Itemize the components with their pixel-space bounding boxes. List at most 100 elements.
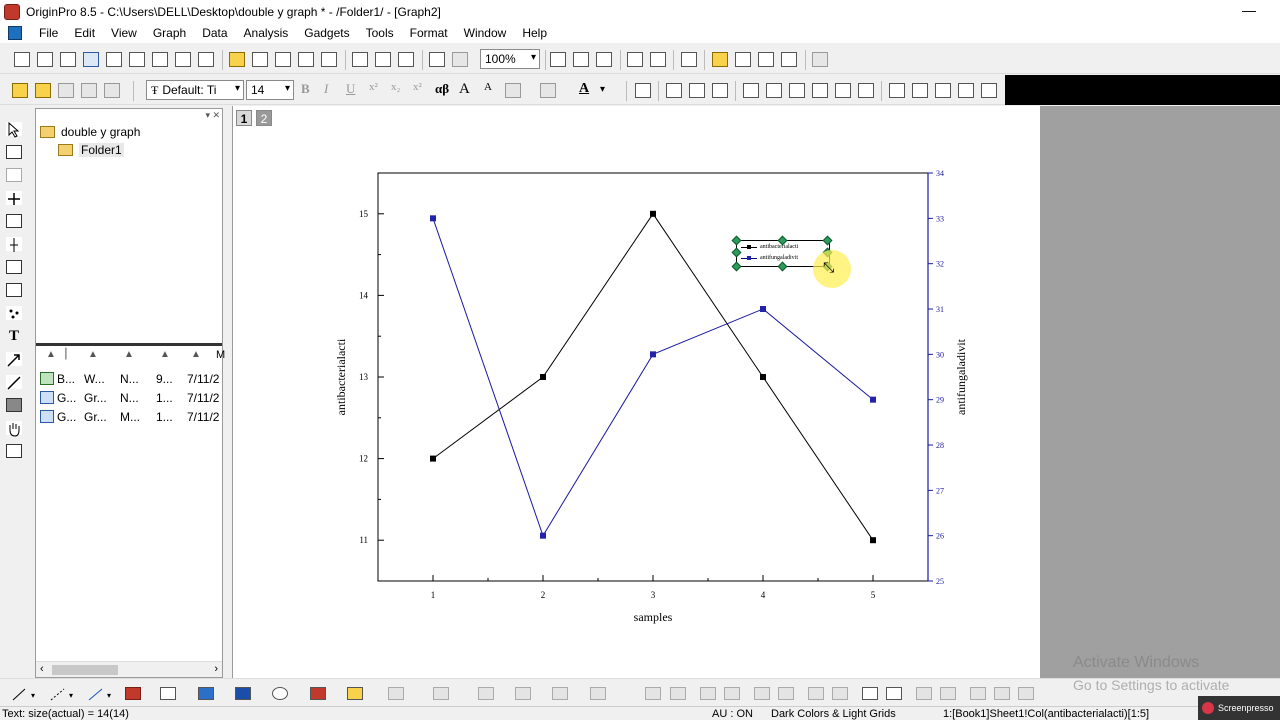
text-tool-icon[interactable]: T	[6, 329, 22, 344]
zoom-combo[interactable]: 100% ▾	[480, 49, 540, 69]
polar-plot-icon[interactable]	[272, 687, 288, 700]
align-left-icon[interactable]	[645, 687, 661, 700]
zoom-out-icon[interactable]	[6, 168, 22, 182]
group-icon[interactable]	[916, 687, 932, 700]
add-toolbar-icon[interactable]	[812, 52, 828, 67]
menu-graph[interactable]: Graph	[145, 26, 194, 40]
clock-icon[interactable]	[958, 83, 974, 98]
minimize-button[interactable]: —	[1242, 2, 1256, 18]
list-item[interactable]: G... Gr... M... 1... 7/11/2	[36, 408, 222, 426]
align-vcenter-icon[interactable]	[754, 687, 770, 700]
menu-gadgets[interactable]: Gadgets	[296, 26, 357, 40]
3d-bars-icon[interactable]	[433, 687, 449, 700]
superscript-button[interactable]: x²	[369, 81, 378, 93]
project-explorer-icon[interactable]	[681, 52, 697, 67]
tree-folder[interactable]: Folder1	[58, 143, 124, 157]
print-icon[interactable]	[550, 52, 566, 67]
disabled-tool3-icon[interactable]	[104, 83, 120, 98]
stock-plot-icon[interactable]	[310, 687, 326, 700]
menu-view[interactable]: View	[103, 26, 145, 40]
scroll-left-icon[interactable]: ‹	[40, 663, 44, 675]
region-tool-icon[interactable]	[6, 260, 22, 274]
draw-data-icon[interactable]	[6, 306, 22, 320]
arrow-tool-icon[interactable]	[6, 352, 22, 367]
add-bottom-x-left-y-icon[interactable]	[743, 83, 759, 98]
pointer-icon[interactable]	[6, 121, 22, 138]
align-bottom-icon[interactable]	[724, 687, 740, 700]
command-window-icon[interactable]	[758, 52, 774, 67]
screen-reader-icon[interactable]	[6, 191, 22, 205]
zoom-in-icon[interactable]	[6, 145, 22, 159]
line-tool-icon[interactable]	[6, 375, 22, 390]
column-plot-icon[interactable]	[125, 687, 141, 700]
script-window-icon[interactable]	[735, 52, 751, 67]
line-style-icon[interactable]	[540, 83, 556, 98]
import-wizard-icon[interactable]	[398, 52, 414, 67]
document-menu-icon[interactable]	[8, 26, 22, 40]
panel-icon[interactable]	[889, 83, 905, 98]
copy-page-icon[interactable]	[573, 52, 589, 67]
bold-button[interactable]: B	[301, 81, 310, 97]
new-layout-icon[interactable]	[152, 52, 168, 67]
bring-front-icon[interactable]	[862, 687, 878, 700]
mask-tool-icon[interactable]	[6, 283, 22, 297]
export-icon[interactable]	[596, 52, 612, 67]
underline-button[interactable]: U	[346, 81, 355, 97]
same-height-icon[interactable]	[994, 687, 1010, 700]
font-color-button[interactable]: A	[579, 81, 589, 97]
explorer-pin-icon[interactable]: ▾ ✕	[205, 110, 220, 121]
explorer-splitter[interactable]	[36, 343, 222, 346]
code-builder-icon[interactable]	[781, 52, 797, 67]
image-plot-icon[interactable]	[590, 687, 606, 700]
origin-app-icon[interactable]	[4, 3, 20, 20]
arrange-layers-icon[interactable]	[666, 83, 682, 98]
disabled-tool2-icon[interactable]	[81, 83, 97, 98]
line-plot-icon[interactable]: ▾	[12, 687, 35, 701]
refresh-icon[interactable]	[650, 52, 666, 67]
results-log-icon[interactable]	[712, 52, 728, 67]
chevron-down-icon[interactable]: ▾	[600, 84, 605, 95]
add-inset-icon[interactable]	[835, 83, 851, 98]
new-workbook-icon[interactable]	[60, 52, 76, 67]
extract-icon[interactable]	[712, 83, 728, 98]
recalculate-icon[interactable]	[429, 52, 445, 67]
panel2-icon[interactable]	[912, 83, 928, 98]
align-top-icon[interactable]	[700, 687, 716, 700]
import-single-icon[interactable]	[352, 52, 368, 67]
new-matrix-icon[interactable]	[106, 52, 122, 67]
matrix-plot-icon[interactable]	[552, 687, 568, 700]
scroll-right-icon[interactable]: ›	[214, 663, 218, 675]
header-modified[interactable]: M	[216, 349, 225, 361]
greek-button[interactable]: αβ	[435, 81, 449, 97]
double-y-chart[interactable]: 1 2 3 4 5111213141525262728293031323334sampl…	[232, 106, 1040, 678]
add-top-x-icon[interactable]	[766, 83, 782, 98]
distribute-v-icon[interactable]	[832, 687, 848, 700]
3d-surface-icon[interactable]	[478, 687, 494, 700]
supersub-button[interactable]: x²	[413, 81, 422, 93]
sort-icon[interactable]: ▲	[191, 349, 201, 360]
new-function-icon[interactable]	[129, 52, 145, 67]
batch-icon[interactable]	[452, 52, 468, 67]
add-box-icon[interactable]	[812, 83, 828, 98]
sort-icon[interactable]: ▲	[88, 349, 98, 360]
save-template-icon[interactable]	[321, 52, 337, 67]
insert-graph-icon[interactable]	[6, 444, 22, 458]
ungroup-icon[interactable]	[940, 687, 956, 700]
align-hcenter-icon[interactable]	[778, 687, 794, 700]
new-graph-icon[interactable]	[83, 52, 99, 67]
open-icon[interactable]	[229, 52, 245, 67]
grid-icon[interactable]	[981, 83, 997, 98]
stat-plot-icon[interactable]	[160, 687, 176, 700]
menu-edit[interactable]: Edit	[66, 26, 103, 40]
new-project-icon[interactable]	[14, 52, 30, 67]
contour-plot-icon[interactable]	[235, 687, 251, 700]
disabled-tool-icon[interactable]	[58, 83, 74, 98]
align-right-icon[interactable]	[670, 687, 686, 700]
send-back-icon[interactable]	[886, 687, 902, 700]
menu-window[interactable]: Window	[456, 26, 515, 40]
sort-icon[interactable]: ▲	[124, 349, 134, 360]
font-combo[interactable]: Ŧ Default: Ti ▾	[146, 80, 244, 100]
font-size-combo[interactable]: 14 ▾	[246, 80, 294, 100]
add-right-y-icon[interactable]	[789, 83, 805, 98]
italic-button[interactable]: I	[324, 81, 328, 97]
